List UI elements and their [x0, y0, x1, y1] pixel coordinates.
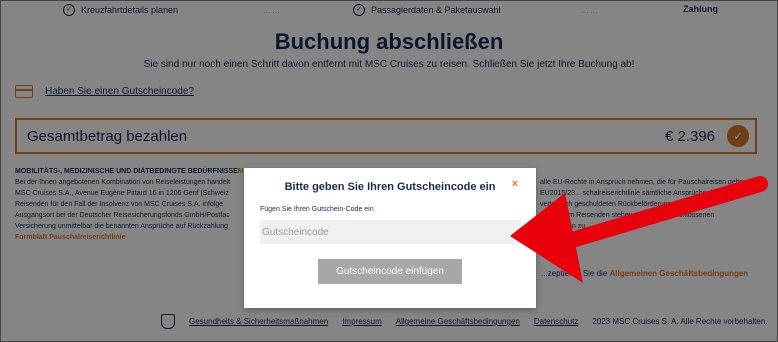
voucher-modal: Bitte geben Sie Ihren Gutscheincode ein … — [244, 168, 536, 308]
voucher-field-label: Fügen Sie Ihren Gutschein-Code ein — [260, 206, 374, 213]
apply-voucher-button[interactable]: Gutscheincode einfügen — [318, 259, 462, 284]
modal-title: Bitte geben Sie Ihren Gutscheincode ein — [284, 181, 496, 193]
browser-viewport: ✓ Kreuzfahrtdetails planen …… ✓ Passagie… — [0, 0, 778, 342]
close-icon[interactable]: × — [512, 178, 518, 190]
voucher-code-input[interactable] — [260, 220, 522, 244]
